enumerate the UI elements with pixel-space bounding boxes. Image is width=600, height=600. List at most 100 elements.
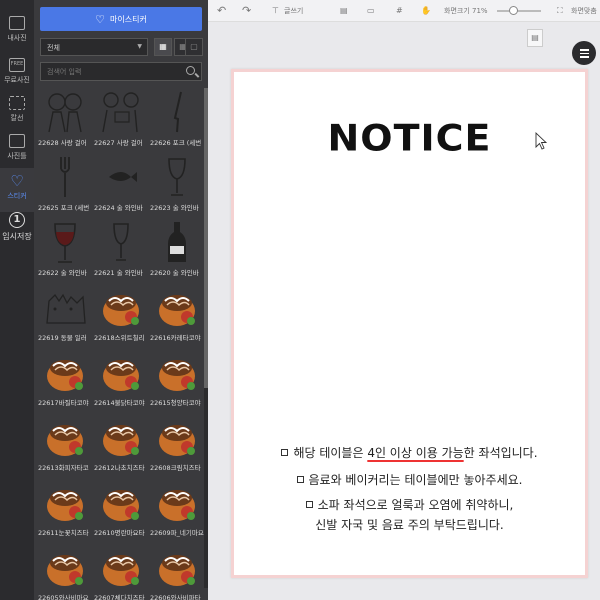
sticker-item[interactable]: 22617바질타코야 xyxy=(38,348,92,412)
sticker-thumbnail[interactable] xyxy=(97,88,145,134)
sticker-caption: 22610명란마요타 xyxy=(94,529,145,537)
sticker-caption: 22627 사랑 걸어 xyxy=(94,139,143,147)
sticker-caption: 22613화피자타코 xyxy=(38,464,89,472)
document-icon[interactable]: ▤ xyxy=(527,29,543,47)
search-icon[interactable] xyxy=(186,66,195,75)
scissors-icon xyxy=(9,96,25,110)
rail-temp-save[interactable]: 1 임시저장 xyxy=(0,206,34,250)
top-toolbar xyxy=(208,0,600,22)
checkbox-square-icon xyxy=(281,449,289,456)
sticker-thumbnail[interactable] xyxy=(41,88,89,134)
zoom-slider-handle[interactable] xyxy=(509,6,518,15)
sticker-thumbnail[interactable] xyxy=(97,478,145,524)
sticker-thumbnail[interactable] xyxy=(153,153,201,199)
sticker-thumbnail[interactable] xyxy=(97,218,145,264)
undo-icon[interactable]: ↶ xyxy=(217,4,226,18)
large-view-button[interactable]: ▢ xyxy=(185,38,203,56)
sticker-item[interactable]: 22619 동물 일러 xyxy=(38,283,92,347)
sticker-item[interactable]: 22622 술 와인바 xyxy=(38,218,92,282)
sticker-item[interactable]: 22612나초치즈타 xyxy=(94,413,148,477)
notice-line-3-text: 소파 좌석으로 얼룩과 오염에 취약하니, xyxy=(317,498,514,512)
grid-view-button[interactable]: ▦ xyxy=(154,38,172,56)
hand-tool-icon[interactable]: ✋ xyxy=(421,4,431,18)
sticker-thumbnail[interactable] xyxy=(153,348,201,394)
sticker-thumbnail[interactable] xyxy=(41,218,89,264)
sticker-caption: 22605와사비마요 xyxy=(38,594,89,600)
sticker-thumbnail[interactable] xyxy=(97,543,145,589)
sticker-item[interactable]: 22628 사랑 걸어 xyxy=(38,88,92,152)
text-tool-icon[interactable]: ⊤ xyxy=(272,4,279,18)
sticker-thumbnail[interactable] xyxy=(41,413,89,459)
sticker-thumbnail[interactable] xyxy=(153,478,201,524)
sticker-caption: 22621 술 와인바 xyxy=(94,269,143,277)
sticker-item[interactable]: 22615청양타코야 xyxy=(150,348,204,412)
sticker-thumbnail[interactable] xyxy=(41,543,89,589)
align-icon[interactable]: ▤ xyxy=(340,4,348,18)
sticker-thumbnail[interactable] xyxy=(41,283,89,329)
grid-toggle-icon[interactable]: # xyxy=(396,4,403,18)
notice-line-3[interactable]: 소파 좌석으로 얼룩과 오염에 취약하니, xyxy=(234,496,585,513)
sticker-item[interactable]: 22623 술 와인바 xyxy=(150,153,204,217)
notice-line-1[interactable]: 해당 테이블은 4인 이상 이용 가능한 좌석입니다. xyxy=(234,444,585,461)
sticker-caption: 22622 술 와인바 xyxy=(38,269,87,277)
sticker-item[interactable]: 22611눈꽃치즈타 xyxy=(38,478,92,542)
sticker-thumbnail[interactable] xyxy=(41,478,89,524)
sticker-caption: 22611눈꽃치즈타 xyxy=(38,529,89,537)
sticker-thumbnail[interactable] xyxy=(41,153,89,199)
sticker-item[interactable]: 22607체다치즈타 xyxy=(94,543,148,600)
sticker-item[interactable]: 22605와사비마요 xyxy=(38,543,92,600)
checkbox-square-icon xyxy=(296,476,304,483)
sticker-caption: 22609파_네기마요 xyxy=(150,529,204,537)
layers-menu-button[interactable] xyxy=(572,41,596,65)
layer-order-icon[interactable]: ▭ xyxy=(367,4,375,18)
rail-photo-frame[interactable]: 사진틀 xyxy=(0,128,34,172)
sticker-thumbnail[interactable] xyxy=(153,283,201,329)
category-filter[interactable]: 전체 ▼ xyxy=(40,38,148,56)
free-photo-icon: FREE xyxy=(9,58,25,72)
sticker-thumbnail[interactable] xyxy=(97,153,145,199)
sticker-thumbnail[interactable] xyxy=(41,348,89,394)
sticker-caption: 22620 술 와인바 xyxy=(150,269,199,277)
sticker-thumbnail[interactable] xyxy=(153,413,201,459)
sticker-item[interactable]: 22614불닭타코야 xyxy=(94,348,148,412)
sticker-item[interactable]: 22608크림치즈타 xyxy=(150,413,204,477)
zoom-slider[interactable] xyxy=(497,10,541,12)
sticker-thumbnail[interactable] xyxy=(153,218,201,264)
my-sticker-label: 마이스티커 xyxy=(110,14,147,24)
search-input[interactable] xyxy=(41,63,181,81)
rail-label: 내사진 xyxy=(7,34,27,42)
fit-screen-label[interactable]: 화면맞춤 xyxy=(571,4,600,18)
sticker-item[interactable]: 22624 술 와인바 xyxy=(94,153,148,217)
notice-line-1-highlight: 4인 이상 이용 가능 xyxy=(367,446,464,460)
heart-icon: ♡ xyxy=(95,12,106,26)
rail-my-photos[interactable]: 내사진 xyxy=(0,10,34,54)
sticker-item[interactable]: 22620 술 와인바 xyxy=(150,218,204,282)
notice-line-2[interactable]: 음료와 베이커리는 테이블에만 놓아주세요. xyxy=(234,471,585,488)
text-tool-label[interactable]: 글쓰기 xyxy=(284,4,303,18)
sticker-item[interactable]: 22627 사랑 걸어 xyxy=(94,88,148,152)
sticker-thumbnail[interactable] xyxy=(97,413,145,459)
heart-icon: ♡ xyxy=(10,172,24,190)
sticker-thumbnail[interactable] xyxy=(97,348,145,394)
sticker-item[interactable]: 22621 술 와인바 xyxy=(94,218,148,282)
sticker-caption: 22623 술 와인바 xyxy=(150,204,199,212)
sticker-item[interactable]: 22626 포크 (세번 xyxy=(150,88,204,152)
fit-screen-icon[interactable]: ⛶ xyxy=(557,4,563,18)
sticker-item[interactable]: 22606와사비파타 xyxy=(150,543,204,600)
sticker-thumbnail[interactable] xyxy=(153,88,201,134)
page-title[interactable]: NOTICE xyxy=(234,117,585,159)
sticker-item[interactable]: 22610명란마요타 xyxy=(94,478,148,542)
notice-line-4[interactable]: 신발 자국 및 음료 주의 부탁드립니다. xyxy=(234,516,585,533)
sticker-item[interactable]: 22625 포크 (세번 xyxy=(38,153,92,217)
sticker-item[interactable]: 22616카레타코야 xyxy=(150,283,204,347)
sticker-thumbnail[interactable] xyxy=(153,543,201,589)
sticker-item[interactable]: 22618스위트칠리 xyxy=(94,283,148,347)
sticker-caption: 22617바질타코야 xyxy=(38,399,89,407)
my-sticker-button[interactable]: ♡ 마이스티커 xyxy=(40,7,202,31)
redo-icon[interactable]: ↷ xyxy=(242,4,251,18)
sticker-item[interactable]: 22613화피자타코 xyxy=(38,413,92,477)
design-page[interactable]: NOTICE 해당 테이블은 4인 이상 이용 가능한 좌석입니다. 음료와 베… xyxy=(231,69,588,578)
sticker-thumbnail[interactable] xyxy=(97,283,145,329)
checkbox-square-icon xyxy=(305,501,313,508)
sticker-item[interactable]: 22609파_네기마요 xyxy=(150,478,204,542)
